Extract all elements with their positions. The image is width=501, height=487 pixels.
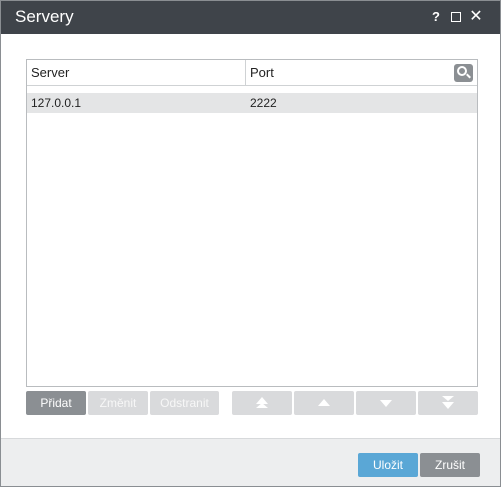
column-header-server[interactable]: Server xyxy=(27,60,246,86)
add-button[interactable]: Přidat xyxy=(26,391,86,415)
arrow-down-icon xyxy=(380,400,392,407)
title-bar: Servery ? ✕ xyxy=(1,1,500,34)
table-row[interactable]: 127.0.0.1 2222 xyxy=(27,93,477,113)
cell-port: 2222 xyxy=(250,96,277,110)
save-button[interactable]: Uložit xyxy=(358,453,418,477)
dialog-title: Servery xyxy=(15,7,74,26)
arrow-up-icon xyxy=(318,399,330,406)
servers-table: Server Port 127.0.0.1 2222 xyxy=(26,59,478,387)
move-up-button[interactable] xyxy=(294,391,354,415)
move-bottom-button[interactable] xyxy=(418,391,478,415)
servers-dialog: Servery ? ✕ Server Port 127.0.0.1 2222 P… xyxy=(0,0,501,487)
cancel-button[interactable]: Zrušit xyxy=(420,453,480,477)
edit-button[interactable]: Změnit xyxy=(88,391,148,415)
column-header-port[interactable]: Port xyxy=(246,60,446,86)
move-down-button[interactable] xyxy=(356,391,416,415)
move-top-button[interactable] xyxy=(232,391,292,415)
dialog-footer: Uložit Zrušit xyxy=(1,438,500,486)
cell-server: 127.0.0.1 xyxy=(31,96,82,110)
table-header: Server Port xyxy=(27,60,477,86)
maximize-icon[interactable] xyxy=(449,10,463,24)
delete-button[interactable]: Odstranit xyxy=(150,391,219,415)
help-icon[interactable]: ? xyxy=(429,10,443,24)
search-icon[interactable] xyxy=(454,64,473,82)
close-icon[interactable]: ✕ xyxy=(469,9,483,25)
